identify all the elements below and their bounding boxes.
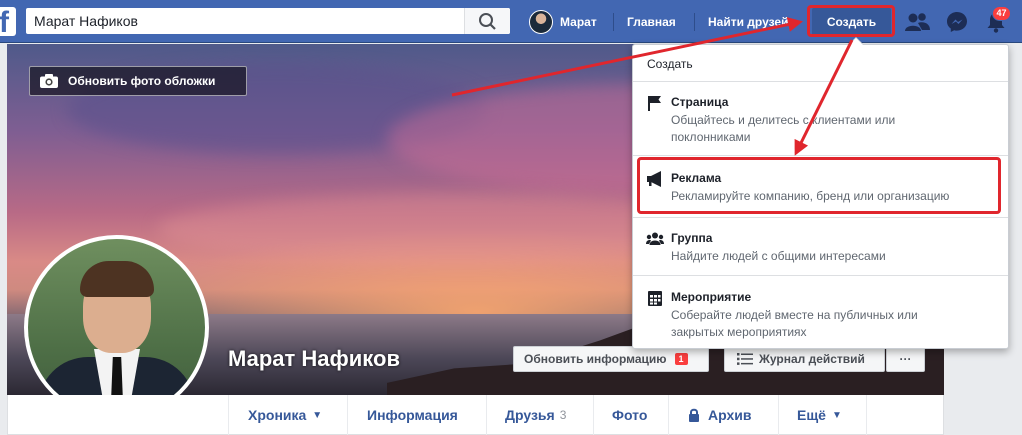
nav-find-friends-link[interactable]: Найти друзей bbox=[708, 0, 788, 43]
tab-divider bbox=[593, 395, 594, 435]
menu-divider bbox=[633, 81, 1008, 82]
search-icon bbox=[479, 13, 496, 30]
tab-archive[interactable]: Архив bbox=[688, 395, 751, 435]
tab-about[interactable]: Информация bbox=[367, 395, 458, 435]
nav-divider bbox=[613, 13, 614, 31]
tab-photos[interactable]: Фото bbox=[612, 395, 647, 435]
search-input[interactable] bbox=[26, 8, 462, 34]
flag-icon bbox=[648, 96, 661, 111]
messenger-button[interactable] bbox=[943, 8, 971, 36]
highlight-ad-menu-item bbox=[637, 157, 1001, 214]
tab-divider bbox=[866, 395, 867, 435]
photo-hair bbox=[80, 261, 154, 297]
tab-timeline-label: Хроника bbox=[248, 407, 307, 423]
menu-item-desc: Общайтесь и делитесь с клиентами или пок… bbox=[671, 113, 896, 144]
nav-profile-link[interactable]: Марат bbox=[560, 0, 597, 43]
tab-friends[interactable]: Друзья 3 bbox=[505, 395, 566, 435]
friends-requests-button[interactable] bbox=[903, 8, 931, 36]
friends-count: 3 bbox=[559, 408, 567, 422]
highlight-create-button bbox=[807, 5, 895, 37]
tab-divider bbox=[486, 395, 487, 435]
update-info-label: Обновить информацию bbox=[524, 352, 667, 366]
notifications-count-badge: 47 bbox=[992, 6, 1011, 21]
update-info-badge: 1 bbox=[674, 353, 688, 365]
menu-item-group[interactable]: Группа Найдите людей с общими интересами bbox=[633, 231, 1008, 267]
friends-icon bbox=[905, 13, 930, 31]
menu-item-title: Группа bbox=[671, 231, 713, 245]
nav-divider bbox=[694, 13, 695, 31]
menu-divider bbox=[633, 275, 1008, 276]
menu-item-page[interactable]: Страница Общайтесь и делитесь с клиентам… bbox=[633, 95, 1008, 144]
more-options-button[interactable]: ··· bbox=[886, 346, 925, 372]
tab-archive-label: Архив bbox=[708, 407, 752, 423]
tab-divider bbox=[778, 395, 779, 435]
tab-divider bbox=[228, 395, 229, 435]
menu-divider bbox=[633, 155, 1008, 156]
tab-more-label: Ещё bbox=[797, 407, 826, 423]
menu-item-event[interactable]: Мероприятие Соберайте людей вместе на пу… bbox=[633, 290, 1008, 342]
profile-name[interactable]: Марат Нафиков bbox=[228, 346, 400, 372]
chevron-down-icon: ▼ bbox=[831, 409, 842, 421]
search-button[interactable] bbox=[464, 8, 510, 34]
tab-more[interactable]: Ещё ▼ bbox=[797, 395, 842, 435]
list-icon bbox=[737, 353, 753, 365]
update-info-button[interactable]: Обновить информацию 1 bbox=[513, 346, 709, 372]
search-box bbox=[26, 8, 510, 34]
menu-item-desc: Соберайте людей вместе на публичных или … bbox=[671, 308, 918, 339]
logo-letter: f bbox=[0, 7, 9, 37]
tab-timeline[interactable]: Хроника ▼ bbox=[248, 395, 322, 435]
tab-divider bbox=[668, 395, 669, 435]
create-menu-header: Создать bbox=[647, 57, 693, 71]
nav-home-link[interactable]: Главная bbox=[627, 0, 676, 43]
user-avatar-small[interactable] bbox=[529, 10, 553, 34]
camera-icon bbox=[40, 74, 58, 88]
profile-picture[interactable] bbox=[24, 235, 209, 420]
menu-divider bbox=[633, 217, 1008, 218]
messenger-icon bbox=[947, 12, 967, 32]
activity-log-label: Журнал действий bbox=[759, 352, 865, 366]
activity-log-button[interactable]: Журнал действий bbox=[724, 346, 885, 372]
calendar-icon bbox=[648, 291, 662, 306]
group-icon bbox=[646, 232, 664, 245]
profile-photo bbox=[28, 239, 205, 416]
chevron-down-icon: ▼ bbox=[312, 409, 323, 421]
more-options-label: ··· bbox=[899, 352, 912, 366]
lock-icon bbox=[689, 408, 699, 422]
menu-item-desc: Найдите людей с общими интересами bbox=[671, 249, 886, 263]
update-cover-photo-button[interactable]: Обновить фото обложки bbox=[29, 66, 247, 96]
tab-friends-label: Друзья bbox=[505, 407, 555, 423]
menu-item-title: Страница bbox=[671, 95, 729, 109]
update-cover-label: Обновить фото обложки bbox=[68, 74, 216, 88]
menu-item-title: Мероприятие bbox=[671, 290, 752, 304]
facebook-logo[interactable]: f bbox=[0, 7, 16, 36]
tab-divider bbox=[347, 395, 348, 435]
